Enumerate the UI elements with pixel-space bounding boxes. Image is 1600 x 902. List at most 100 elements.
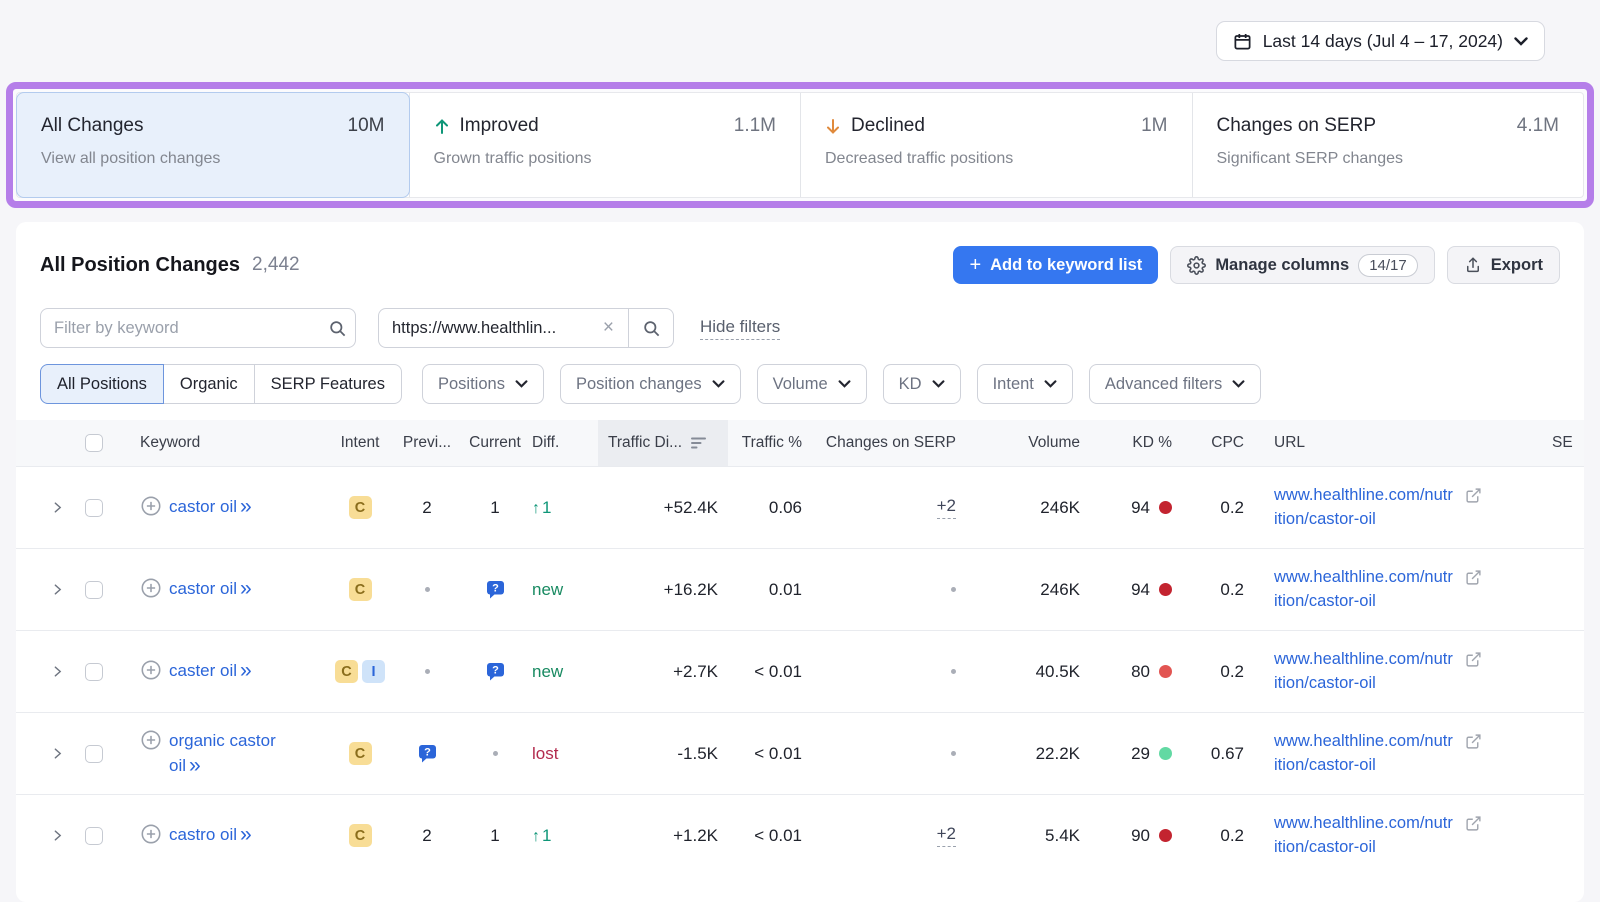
traffic-diff-value: +16.2K (664, 580, 718, 600)
tab-declined[interactable]: Declined 1M Decreased traffic positions (800, 93, 1192, 197)
table-row: castor oil»C21↑1+52.4K0.06+2246K940.2www… (16, 466, 1584, 548)
url-link[interactable]: www.healthline.com/nutrition/castor-oil (1274, 648, 1456, 696)
column-kd[interactable]: KD % (1090, 420, 1178, 466)
date-range-selector[interactable]: Last 14 days (Jul 4 – 17, 2024) (1216, 21, 1545, 61)
none-dot (493, 751, 498, 756)
column-se[interactable]: SE (1500, 420, 1560, 466)
traffic-pct-value: < 0.01 (754, 662, 802, 682)
current-position: 1 (490, 498, 499, 518)
external-link-icon[interactable] (1465, 815, 1482, 832)
tab-changes-on-serp[interactable]: Changes on SERP 4.1M Significant SERP ch… (1192, 93, 1584, 197)
double-chevron-icon[interactable]: » (189, 754, 201, 777)
column-url[interactable]: URL (1250, 420, 1500, 466)
column-traffic-pct[interactable]: Traffic % (728, 420, 810, 466)
filter-dropdown-volume[interactable]: Volume (757, 364, 867, 404)
summary-tabs: All Changes 10M View all position change… (16, 92, 1584, 198)
add-keyword-icon[interactable] (140, 823, 162, 845)
row-checkbox[interactable] (85, 745, 103, 763)
keyword-link[interactable]: caster oil» (169, 659, 252, 684)
column-intent[interactable]: Intent (324, 420, 396, 466)
expand-row-button[interactable] (40, 582, 74, 597)
column-cpc[interactable]: CPC (1178, 420, 1250, 466)
filter-dropdowns: Positions Position changes Volume KD Intent A… (402, 364, 1261, 404)
add-to-keyword-list-button[interactable]: + Add to keyword list (953, 246, 1158, 284)
kd-value: 94 (1131, 580, 1150, 600)
row-checkbox[interactable] (85, 581, 103, 599)
tab-title: Improved (460, 115, 539, 137)
row-checkbox[interactable] (85, 827, 103, 845)
row-checkbox[interactable] (85, 499, 103, 517)
external-link-icon[interactable] (1465, 569, 1482, 586)
results-count: 2,442 (252, 254, 300, 276)
column-volume[interactable]: Volume (980, 420, 1090, 466)
filter-chips-row: All PositionsOrganicSERP Features Positi… (16, 354, 1584, 420)
position-diff-up: ↑1 (532, 826, 551, 846)
expand-row-button[interactable] (40, 664, 74, 679)
expand-row-button[interactable] (40, 746, 74, 761)
column-current[interactable]: Current (458, 420, 532, 466)
filter-dropdown-kd[interactable]: KD (883, 364, 961, 404)
keyword-filter-input[interactable] (54, 319, 328, 338)
keyword-link[interactable]: castor oil» (169, 495, 252, 520)
double-chevron-icon[interactable]: » (240, 495, 252, 518)
column-changes-on-serp[interactable]: Changes on SERP (810, 420, 980, 466)
url-link[interactable]: www.healthline.com/nutrition/castor-oil (1274, 812, 1456, 860)
filter-dropdown-intent[interactable]: Intent (977, 364, 1073, 404)
segment-organic[interactable]: Organic (163, 364, 255, 404)
position-diff-lost: lost (532, 744, 558, 764)
url-search-button[interactable] (628, 308, 674, 348)
search-icon[interactable] (328, 319, 347, 338)
double-chevron-icon[interactable]: » (240, 659, 252, 682)
cpc-value: 0.2 (1220, 662, 1244, 682)
column-traffic-diff[interactable]: Traffic Di... (598, 420, 728, 466)
filter-dropdown-advanced-filters[interactable]: Advanced filters (1089, 364, 1261, 404)
traffic-diff-value: +52.4K (664, 498, 718, 518)
keyword-link[interactable]: organic castor oil» (169, 729, 287, 778)
filter-dropdown-label: Advanced filters (1105, 375, 1222, 394)
url-filter-value[interactable]: https://www.healthlin... (392, 319, 599, 338)
column-keyword[interactable]: Keyword (114, 420, 324, 466)
add-keyword-icon[interactable] (140, 495, 162, 517)
chevron-down-icon (712, 380, 725, 388)
column-previous[interactable]: Previ... (396, 420, 458, 466)
keyword-link[interactable]: castro oil» (169, 823, 252, 848)
add-keyword-icon[interactable] (140, 577, 162, 599)
external-link-icon[interactable] (1465, 487, 1482, 504)
keyword-link[interactable]: castor oil» (169, 577, 252, 602)
filter-dropdown-positions[interactable]: Positions (422, 364, 544, 404)
add-keyword-icon[interactable] (140, 659, 162, 681)
segment-serp-features[interactable]: SERP Features (254, 364, 402, 404)
external-link-icon[interactable] (1465, 733, 1482, 750)
hide-filters-link[interactable]: Hide filters (700, 317, 780, 340)
filter-dropdown-position-changes[interactable]: Position changes (560, 364, 741, 404)
current-position: 1 (490, 826, 499, 846)
manage-columns-button[interactable]: Manage columns 14/17 (1170, 246, 1434, 284)
double-chevron-icon[interactable]: » (240, 823, 252, 846)
url-link[interactable]: www.healthline.com/nutrition/castor-oil (1274, 484, 1456, 532)
row-checkbox[interactable] (85, 663, 103, 681)
segment-all-positions[interactable]: All Positions (40, 364, 164, 404)
serp-changes-link[interactable]: +2 (937, 496, 956, 519)
tab-value: 10M (348, 115, 385, 137)
url-link[interactable]: www.healthline.com/nutrition/castor-oil (1274, 566, 1456, 614)
clear-icon[interactable]: × (599, 317, 618, 339)
tab-all-changes[interactable]: All Changes 10M View all position change… (16, 92, 410, 198)
columns-count-badge: 14/17 (1358, 254, 1418, 277)
kd-value: 90 (1131, 826, 1150, 846)
external-link-icon[interactable] (1465, 651, 1482, 668)
table-header-row: Keyword Intent Previ... Current Diff. Tr… (16, 420, 1584, 466)
chevron-down-icon (1514, 37, 1528, 46)
column-diff[interactable]: Diff. (532, 420, 598, 466)
serp-changes-link[interactable]: +2 (937, 824, 956, 847)
expand-row-button[interactable] (40, 828, 74, 843)
kd-indicator-dot (1159, 665, 1172, 678)
tab-improved[interactable]: Improved 1.1M Grown traffic positions (409, 93, 801, 197)
expand-row-button[interactable] (40, 500, 74, 515)
double-chevron-icon[interactable]: » (240, 577, 252, 600)
select-all-checkbox[interactable] (85, 434, 103, 452)
tab-value: 1.1M (734, 115, 776, 137)
position-changes-table: Keyword Intent Previ... Current Diff. Tr… (16, 420, 1584, 876)
add-keyword-icon[interactable] (140, 729, 162, 751)
url-link[interactable]: www.healthline.com/nutrition/castor-oil (1274, 730, 1456, 778)
export-button[interactable]: Export (1447, 246, 1560, 284)
